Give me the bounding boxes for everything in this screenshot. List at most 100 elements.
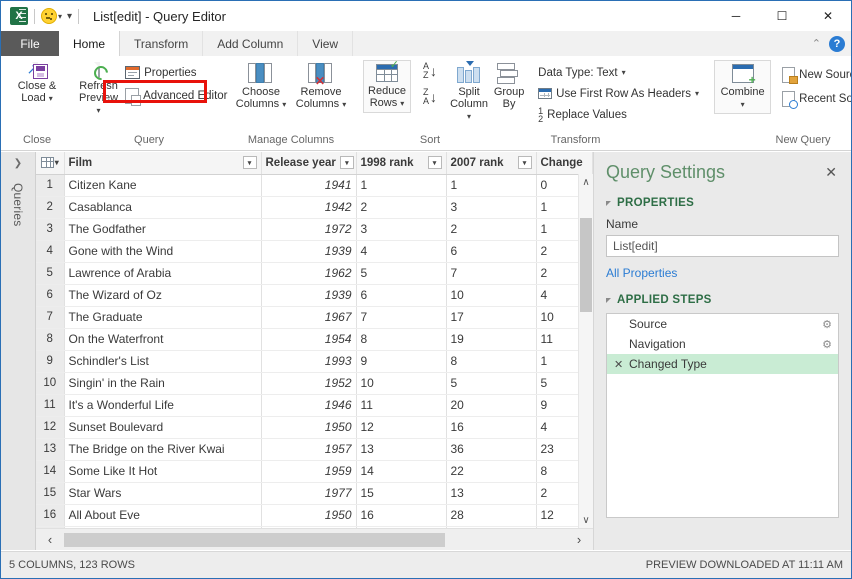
choose-columns-caret-icon[interactable]: ▾ (282, 100, 286, 109)
table-row[interactable]: 11It's a Wonderful Life194611209 (36, 394, 593, 416)
refresh-preview-caret-icon[interactable]: ▾ (97, 106, 101, 115)
cell-film[interactable]: Some Like It Hot (64, 460, 261, 482)
column-header-1998-rank[interactable]: 1998 rank ▾ (356, 152, 446, 174)
cell-1998-rank[interactable]: 4 (356, 240, 446, 262)
table-corner-caret-icon[interactable]: ▾ (55, 158, 59, 167)
scroll-right-icon[interactable]: › (565, 532, 593, 547)
cell-1998-rank[interactable]: 14 (356, 460, 446, 482)
cell-release-year[interactable]: 1952 (261, 372, 356, 394)
cell-film[interactable]: The Graduate (64, 306, 261, 328)
cell-release-year[interactable]: 1950 (261, 416, 356, 438)
cell-film[interactable]: Gone with the Wind (64, 240, 261, 262)
table-row[interactable]: 10Singin' in the Rain19521055 (36, 372, 593, 394)
cell-release-year[interactable]: 1962 (261, 262, 356, 284)
cell-2007-rank[interactable]: 36 (446, 438, 536, 460)
collapse-ribbon-icon[interactable]: ⌃ (812, 37, 821, 50)
maximize-button[interactable]: ☐ (759, 1, 805, 31)
cell-2007-rank[interactable]: 17 (446, 306, 536, 328)
reduce-rows-button[interactable]: ✓ Reduce Rows ▾ (363, 60, 411, 113)
reduce-rows-caret-icon[interactable]: ▾ (400, 99, 404, 108)
cell-release-year[interactable]: 1939 (261, 284, 356, 306)
table-row[interactable]: 8On the Waterfront195481911 (36, 328, 593, 350)
advanced-editor-button[interactable]: Advanced Editor (122, 85, 230, 106)
cell-1998-rank[interactable]: 12 (356, 416, 446, 438)
cell-1998-rank[interactable]: 2 (356, 196, 446, 218)
table-row[interactable]: 7The Graduate196771710 (36, 306, 593, 328)
table-row[interactable]: 9Schindler's List1993981 (36, 350, 593, 372)
help-icon[interactable]: ? (829, 36, 845, 52)
close-button[interactable]: ✕ (805, 1, 851, 31)
smiley-icon[interactable] (41, 8, 57, 24)
cell-2007-rank[interactable]: 13 (446, 482, 536, 504)
query-settings-close-icon[interactable]: ✕ (825, 164, 837, 181)
cell-release-year[interactable]: 1972 (261, 218, 356, 240)
cell-film[interactable]: The Godfather (64, 218, 261, 240)
cell-film[interactable]: Sunset Boulevard (64, 416, 261, 438)
table-row[interactable]: 4Gone with the Wind1939462 (36, 240, 593, 262)
cell-1998-rank[interactable]: 7 (356, 306, 446, 328)
table-row[interactable]: 6The Wizard of Oz19396104 (36, 284, 593, 306)
properties-section-header[interactable]: PROPERTIES (606, 197, 839, 209)
scroll-up-icon[interactable]: ∧ (579, 174, 593, 190)
cell-1998-rank[interactable]: 10 (356, 372, 446, 394)
applied-steps-section-header[interactable]: APPLIED STEPS (606, 294, 839, 306)
cell-2007-rank[interactable]: 2 (446, 218, 536, 240)
sort-ascending-button[interactable]: A Z ↓ (423, 62, 437, 80)
cell-2007-rank[interactable]: 28 (446, 504, 536, 526)
choose-columns-button[interactable]: Choose Columns ▾ (231, 60, 291, 111)
applied-step-navigation[interactable]: Navigation ⚙ (607, 334, 838, 354)
tab-add-column[interactable]: Add Column (203, 31, 298, 56)
group-by-button[interactable]: Group By (489, 60, 529, 110)
cell-release-year[interactable]: 1993 (261, 350, 356, 372)
filter-icon-release-year[interactable]: ▾ (340, 156, 354, 169)
cell-2007-rank[interactable]: 6 (446, 240, 536, 262)
column-header-2007-rank[interactable]: 2007 rank ▾ (446, 152, 536, 174)
use-first-row-caret-icon[interactable]: ▾ (695, 89, 699, 98)
cell-2007-rank[interactable]: 19 (446, 328, 536, 350)
cell-release-year[interactable]: 1977 (261, 482, 356, 504)
cell-2007-rank[interactable]: 3 (446, 196, 536, 218)
cell-release-year[interactable]: 1951 (261, 526, 356, 528)
cell-1998-rank[interactable]: 15 (356, 482, 446, 504)
cell-release-year[interactable]: 1941 (261, 174, 356, 196)
cell-film[interactable]: Citizen Kane (64, 174, 261, 196)
cell-1998-rank[interactable]: 17 (356, 526, 446, 528)
applied-step-source[interactable]: Source ⚙ (607, 314, 838, 334)
horizontal-scroll-track[interactable] (64, 533, 565, 547)
horizontal-scrollbar[interactable]: ‹ › (36, 528, 593, 550)
row-header-corner[interactable]: ▾ (36, 152, 64, 174)
cell-film[interactable]: It's a Wonderful Life (64, 394, 261, 416)
tab-file[interactable]: File (1, 31, 59, 56)
remove-columns-caret-icon[interactable]: ▾ (342, 100, 346, 109)
cell-2007-rank[interactable]: 16 (446, 416, 536, 438)
expand-queries-icon[interactable]: ❯ (14, 158, 22, 169)
refresh-preview-button[interactable]: Refresh Preview ▾ (79, 60, 118, 117)
queries-pane-collapsed[interactable]: ❯ Queries (1, 152, 36, 550)
minimize-button[interactable]: ─ (713, 1, 759, 31)
cell-release-year[interactable]: 1959 (261, 460, 356, 482)
cell-2007-rank[interactable]: 65 (446, 526, 536, 528)
tab-transform[interactable]: Transform (120, 31, 203, 56)
name-input[interactable]: List[edit] (606, 235, 839, 257)
cell-2007-rank[interactable]: 20 (446, 394, 536, 416)
customize-qat-icon[interactable]: ▾ (67, 11, 72, 22)
cell-release-year[interactable]: 1957 (261, 438, 356, 460)
cell-film[interactable]: Lawrence of Arabia (64, 262, 261, 284)
smiley-dropdown-caret-icon[interactable]: ▾ (58, 12, 62, 21)
vertical-scroll-thumb[interactable] (580, 218, 592, 312)
properties-collapse-icon[interactable] (606, 201, 611, 206)
remove-columns-button[interactable]: ✕ Remove Columns ▾ (291, 60, 351, 111)
table-row[interactable]: 13The Bridge on the River Kwai1957133623 (36, 438, 593, 460)
table-row[interactable]: 2Casablanca1942231 (36, 196, 593, 218)
cell-film[interactable]: The African Queen (64, 526, 261, 528)
combine-button[interactable]: + Combine ▾ (714, 60, 771, 114)
table-row[interactable]: 16All About Eve1950162812 (36, 504, 593, 526)
scroll-left-icon[interactable]: ‹ (36, 532, 64, 547)
cell-1998-rank[interactable]: 5 (356, 262, 446, 284)
cell-1998-rank[interactable]: 6 (356, 284, 446, 306)
cell-2007-rank[interactable]: 22 (446, 460, 536, 482)
cell-1998-rank[interactable]: 3 (356, 218, 446, 240)
table-row[interactable]: 17The African Queen1951176548 (36, 526, 593, 528)
cell-release-year[interactable]: 1946 (261, 394, 356, 416)
cell-1998-rank[interactable]: 16 (356, 504, 446, 526)
